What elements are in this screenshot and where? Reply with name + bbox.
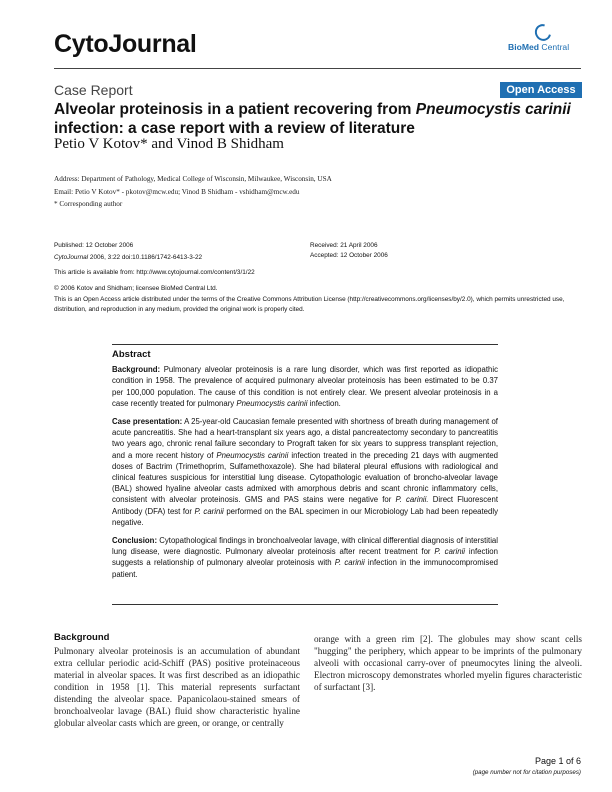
abstract-conclusion-italic-1: P. carinii [434, 547, 466, 557]
abstract-background: Background: Pulmonary alveolar proteinos… [112, 364, 498, 409]
logo-normal-text: Central [539, 42, 570, 52]
author-emails[interactable]: Email: Petio V Kotov* - pkotov@mcw.edu; … [54, 187, 299, 197]
article-url[interactable]: This article is available from: http://w… [54, 269, 255, 276]
abstract-case-italic-1: Pneumocystis carinii [216, 450, 289, 460]
header-rule [54, 68, 581, 69]
abstract-top-rule [112, 344, 498, 345]
abstract-box: Abstract Background: Pulmonary alveolar … [112, 344, 498, 587]
abstract-bottom-rule [112, 604, 498, 605]
article-type: Case Report [54, 82, 133, 98]
citation: CytoJournal 2006, 3:22 doi:10.1186/1742-… [54, 254, 202, 261]
received-date: Received: 21 April 2006 [310, 242, 378, 249]
open-access-badge: Open Access [500, 82, 582, 98]
abstract-background-italic: Pneumocystis carinii [236, 398, 308, 408]
abstract-conclusion: Conclusion: Cytopathological findings in… [112, 535, 498, 580]
accepted-date: Accepted: 12 October 2006 [310, 252, 388, 259]
citation-details: 2006, 3:22 doi:10.1186/1742-6413-3-22 [88, 254, 203, 261]
title-italic: Pneumocystis carinii [415, 101, 571, 118]
title-text-1: Alveolar proteinosis in a patient recove… [54, 101, 416, 118]
abstract-background-label: Background: [112, 365, 161, 375]
abstract-case-presentation: Case presentation: A 25-year-old Caucasi… [112, 416, 498, 528]
abstract-conclusion-italic-2: P. carinii [334, 558, 365, 568]
page-number-note: (page number not for citation purposes) [472, 769, 581, 776]
abstract-heading: Abstract [112, 349, 151, 360]
logo-bold-text: BioMed [508, 42, 540, 52]
license-text[interactable]: This is an Open Access article distribut… [54, 295, 584, 315]
abstract-case-italic-3: P. carinii [194, 506, 224, 516]
article-title: Alveolar proteinosis in a patient recove… [54, 100, 584, 138]
publisher-logo[interactable]: BioMed Central [508, 21, 580, 54]
author-address: Address: Department of Pathology, Medica… [54, 175, 332, 183]
copyright: © 2006 Kotov and Shidham; licensee BioMe… [54, 285, 218, 292]
abstract-background-end: infection. [307, 398, 341, 408]
page-number: Page 1 of 6 [534, 756, 581, 766]
biomed-ring-icon [531, 21, 555, 44]
title-text-2: infection: a case report with a review o… [54, 120, 415, 137]
body-right-column: orange with a green rim [2]. The globule… [314, 634, 582, 692]
published-date: Published: 12 October 2006 [54, 242, 134, 249]
corresponding-author-note: * Corresponding author [54, 200, 123, 208]
abstract-case-label: Case presentation: [112, 417, 183, 427]
journal-name: CytoJournal [54, 30, 197, 58]
citation-journal: CytoJournal [54, 254, 89, 261]
abstract-case-italic-2: P. carinii. [395, 495, 429, 505]
authors: Petio V Kotov* and Vinod B Shidham [54, 136, 284, 152]
abstract-conclusion-label: Conclusion: [112, 536, 158, 546]
section-heading-background: Background [54, 632, 110, 643]
body-left-column: Pulmonary alveolar proteinosis is an acc… [54, 646, 300, 728]
